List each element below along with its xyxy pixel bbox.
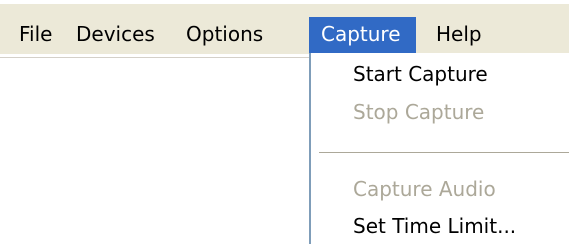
menu-item-stop-capture: Stop Capture	[353, 100, 485, 124]
menu-separator	[319, 152, 569, 154]
menu-item-set-time-limit[interactable]: Set Time Limit...	[353, 213, 516, 239]
menu-devices[interactable]: Devices	[76, 21, 155, 58]
menu-capture[interactable]: Capture	[309, 17, 416, 58]
menu-item-capture-audio: Capture Audio	[353, 177, 496, 201]
menu-file[interactable]: File	[19, 21, 52, 58]
menu-bar: File Devices Options Capture Help	[0, 0, 569, 58]
menu-item-start-capture[interactable]: Start Capture	[353, 61, 488, 87]
menu-options[interactable]: Options	[186, 21, 263, 58]
capture-dropdown-menu: Start Capture Stop Capture Capture Audio…	[309, 53, 569, 244]
